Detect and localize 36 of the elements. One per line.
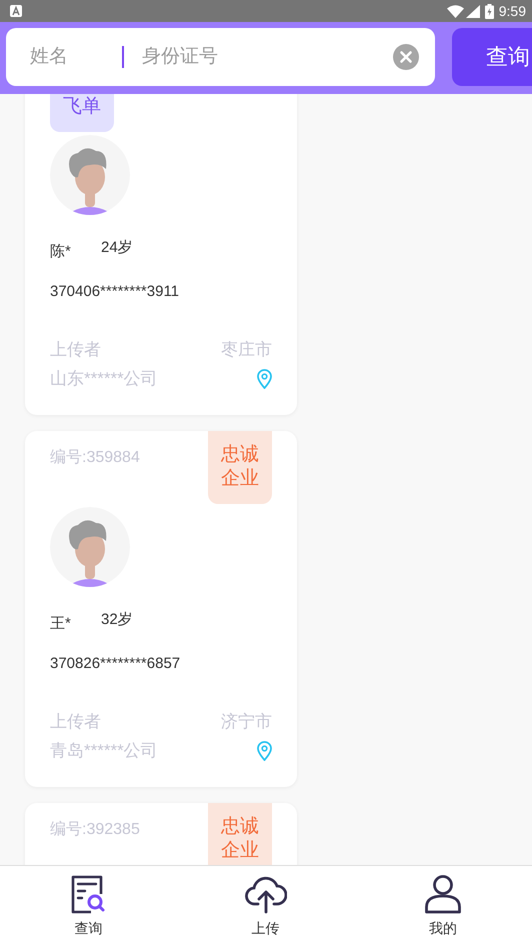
person-age: 32岁: [101, 610, 133, 629]
cloud-upload-icon: [244, 874, 286, 914]
company-name: 山东******公司: [50, 368, 158, 390]
name-field[interactable]: 姓名: [28, 45, 116, 69]
person-age: 24岁: [101, 238, 133, 257]
status-badge: 飞单: [50, 94, 114, 132]
status-badge: 忠诚企业: [208, 431, 272, 504]
id-number: 370406********3911: [50, 283, 180, 300]
location-pin-icon: [257, 740, 272, 760]
search-button[interactable]: 查询: [452, 28, 532, 86]
id-number-field[interactable]: 身份证号: [140, 45, 393, 69]
avatar-icon: [50, 507, 130, 587]
record-number: 编号:359884: [50, 448, 140, 468]
wifi-icon: [446, 4, 464, 18]
company-name: 青岛******公司: [50, 740, 158, 762]
document-search-icon: [70, 874, 106, 914]
city-name: 枣庄市: [221, 339, 272, 361]
id-number: 370826********6857: [50, 655, 182, 672]
city-name: 济宁市: [221, 711, 272, 733]
notification-icon: [10, 5, 22, 17]
person-name: 王*: [50, 614, 72, 633]
avatar-icon: [50, 135, 130, 215]
tab-item[interactable]: 上传: [238, 866, 292, 946]
person-icon: [424, 874, 462, 914]
uploader-label: 上传者: [50, 339, 101, 361]
status-time: 9:59: [498, 3, 526, 19]
clear-icon[interactable]: [393, 44, 419, 70]
status-badge: 忠诚企业: [208, 803, 272, 865]
person-name: 陈*: [50, 242, 72, 261]
record-number: 编号:392385: [50, 820, 140, 840]
uploader-label: 上传者: [50, 711, 101, 733]
tab-item[interactable]: 我的: [418, 866, 468, 946]
location-pin-icon: [257, 368, 272, 388]
battery-icon: [484, 4, 494, 18]
tab-item[interactable]: 查询: [64, 866, 112, 946]
signal-icon: [466, 4, 480, 18]
